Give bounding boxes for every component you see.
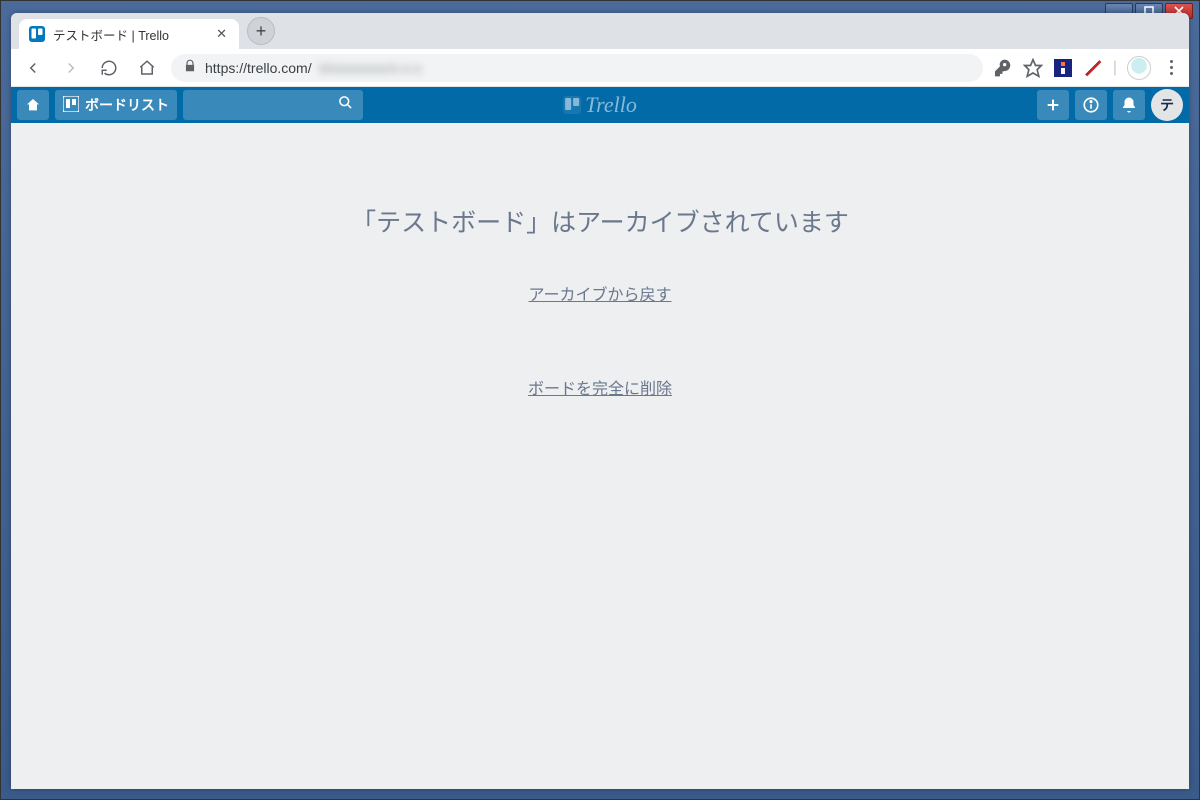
browser-window: テストボード | Trello ✕ + https://trello.com/ … (11, 13, 1189, 789)
browser-tab[interactable]: テストボード | Trello ✕ (19, 19, 239, 49)
reload-button[interactable] (95, 54, 123, 82)
trello-home-button[interactable] (17, 90, 49, 120)
home-button[interactable] (133, 54, 161, 82)
archived-board-title: 「テストボード」はアーカイブされています (11, 203, 1189, 239)
create-button[interactable] (1037, 90, 1069, 120)
search-icon (338, 95, 353, 115)
board-icon (63, 96, 79, 115)
header-search[interactable] (183, 90, 363, 120)
search-input[interactable] (193, 98, 353, 113)
trello-logo-icon (563, 96, 581, 114)
trello-logo[interactable]: Trello (563, 92, 637, 118)
address-bar: https://trello.com/ b/xxxxxxxx/x-x-x | (11, 49, 1189, 87)
extension2-icon[interactable] (1083, 58, 1103, 78)
address-bar-right: | (993, 56, 1181, 80)
url-text: https://trello.com/ (205, 60, 312, 76)
info-button[interactable] (1075, 90, 1107, 120)
key-icon[interactable] (993, 58, 1013, 78)
restore-board-link[interactable]: アーカイブから戻す (528, 287, 671, 304)
board-list-label: ボードリスト (85, 95, 169, 115)
avatar-initial: テ (1160, 95, 1174, 115)
trello-header: ボードリスト Trello テ (11, 87, 1189, 123)
lock-icon (183, 59, 197, 76)
trello-favicon-icon (29, 26, 45, 42)
url-input[interactable]: https://trello.com/ b/xxxxxxxx/x-x-x (171, 54, 983, 82)
header-right: テ (1037, 89, 1183, 121)
profile-avatar-icon[interactable] (1127, 56, 1151, 80)
tab-strip: テストボード | Trello ✕ + (11, 13, 1189, 49)
board-list-button[interactable]: ボードリスト (55, 90, 177, 120)
trello-logo-text: Trello (585, 92, 637, 118)
star-icon[interactable] (1023, 58, 1043, 78)
back-button[interactable] (19, 54, 47, 82)
extension1-icon[interactable] (1053, 58, 1073, 78)
tab-title: テストボード | Trello (53, 25, 169, 44)
main-content: 「テストボード」はアーカイブされています アーカイブから戻す ボードを完全に削除 (11, 123, 1189, 789)
notifications-button[interactable] (1113, 90, 1145, 120)
user-avatar[interactable]: テ (1151, 89, 1183, 121)
new-tab-button[interactable]: + (247, 17, 275, 45)
forward-button[interactable] (57, 54, 85, 82)
browser-menu-icon[interactable] (1161, 58, 1181, 78)
url-obscured-part: b/xxxxxxxx/x-x-x (320, 60, 422, 76)
tab-close-icon[interactable]: ✕ (214, 26, 229, 42)
delete-board-link[interactable]: ボードを完全に削除 (528, 381, 672, 398)
